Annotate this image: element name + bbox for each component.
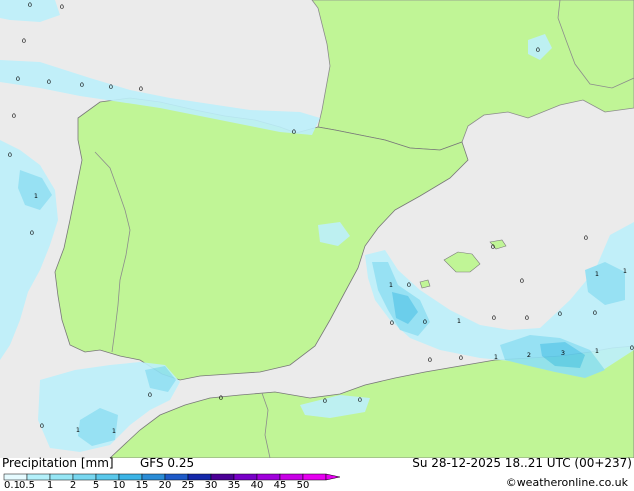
scale-tick-label: 1 [46, 480, 54, 491]
point-value-p8: 0 [139, 85, 143, 93]
point-value-p39: 1 [76, 426, 80, 434]
point-value-p28: 0 [593, 309, 597, 317]
point-value-p10: 0 [8, 151, 12, 159]
point-value-p20: 0 [407, 281, 411, 289]
point-value-p21: 0 [520, 277, 524, 285]
point-value-p30: 0 [459, 354, 463, 362]
scale-tick-label: 20 [158, 480, 172, 491]
point-value-p11: 0 [292, 128, 296, 136]
scale-tick-label: 15 [135, 480, 149, 491]
scale-tick-label: 10 [112, 480, 126, 491]
point-value-p27: 0 [390, 319, 394, 327]
point-value-p34: 1 [595, 347, 599, 355]
point-value-p19: 1 [389, 281, 393, 289]
point-value-p18: 1 [595, 270, 599, 278]
point-value-p5: 0 [47, 78, 51, 86]
point-value-p2: 0 [60, 3, 64, 11]
point-value-p33: 3 [561, 349, 565, 357]
point-value-p37: 0 [219, 394, 223, 402]
point-value-p13: 0 [30, 229, 34, 237]
scale-tick-label: 0.5 [19, 480, 35, 491]
point-value-p12: 1 [34, 192, 38, 200]
point-value-p1: 0 [28, 1, 32, 9]
scale-tick-label: 5 [92, 480, 100, 491]
scale-tick-label: 2 [69, 480, 77, 491]
scale-tick-label: 50 [296, 480, 310, 491]
legend-title: Precipitation [mm] [2, 456, 114, 470]
point-value-p4: 0 [16, 75, 20, 83]
point-value-p42: 0 [358, 396, 362, 404]
scale-tick-label: 45 [273, 480, 287, 491]
precipitation-map: 0 0 0 0 0 0 0 0 0 0 0 1 0 0 0 1 0 1 1 0 0 0 0 0 1 0 0 0 0 0 1 2 3 1 0 0 0 0 1 1… [0, 0, 634, 458]
point-value-p3: 0 [22, 37, 26, 45]
point-value-p35: 0 [630, 344, 634, 352]
point-value-p41: 0 [40, 422, 44, 430]
point-value-p9: 0 [12, 112, 16, 120]
valid-datetime: Su 28-12-2025 18..21 UTC (00+237) [412, 456, 632, 470]
point-value-p32: 2 [527, 351, 531, 359]
point-value-p36: 0 [148, 391, 152, 399]
color-scale-arrow [325, 473, 341, 481]
credit-text: ©weatheronline.co.uk [505, 476, 628, 489]
point-value-p31: 1 [494, 353, 498, 361]
point-value-p14: 0 [536, 46, 540, 54]
scale-tick-label: 35 [227, 480, 241, 491]
scale-tick-label: 25 [181, 480, 195, 491]
scale-tick-label: 30 [204, 480, 218, 491]
point-value-p24: 0 [492, 314, 496, 322]
point-value-p38: 0 [323, 397, 327, 405]
point-value-p25: 1 [457, 317, 461, 325]
legend-footer: Precipitation [mm] GFS 0.25 Su 28-12-202… [0, 456, 634, 491]
model-name: GFS 0.25 [140, 456, 195, 470]
point-value-p15: 0 [584, 234, 588, 242]
point-value-p17: 0 [491, 243, 495, 251]
point-value-p23: 0 [525, 314, 529, 322]
point-value-p40: 1 [112, 427, 116, 435]
scale-tick-label: 40 [250, 480, 264, 491]
point-value-p26: 0 [423, 318, 427, 326]
point-value-p29: 0 [428, 356, 432, 364]
point-value-p7: 0 [109, 83, 113, 91]
point-value-p6: 0 [80, 81, 84, 89]
scale-tick-label: 0.1 [4, 480, 20, 491]
point-value-p22: 0 [558, 310, 562, 318]
point-value-p16: 1 [623, 267, 627, 275]
